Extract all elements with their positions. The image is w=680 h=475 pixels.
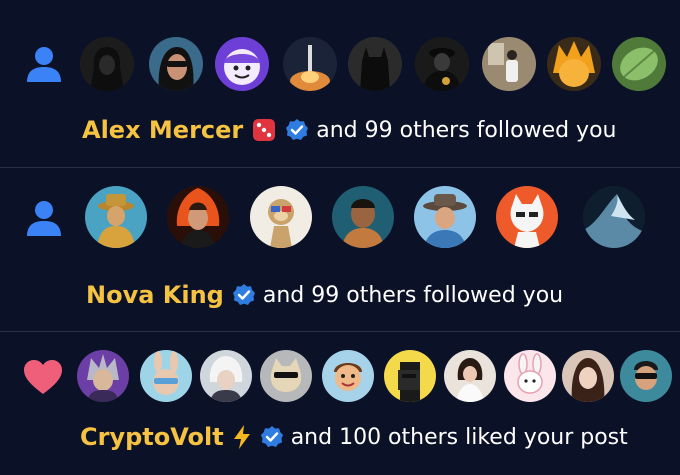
rocket-launch-avatar: [283, 37, 337, 91]
avatar[interactable]: [620, 350, 672, 402]
cool-cat-avatar: [260, 350, 312, 402]
avatar[interactable]: [384, 350, 436, 402]
notification-text: Nova King and 99 others followed you: [86, 278, 563, 312]
avatar[interactable]: [215, 37, 269, 91]
person-icon: [27, 201, 61, 236]
avatar[interactable]: [77, 350, 129, 402]
green-leaf-avatar: [612, 37, 666, 91]
avatar[interactable]: [200, 350, 252, 402]
avatar[interactable]: [583, 186, 645, 248]
notification-message: and 99 others followed you: [316, 117, 617, 143]
person-icon: [27, 47, 61, 82]
avatar[interactable]: [322, 350, 374, 402]
avatar[interactable]: [504, 350, 556, 402]
avatar[interactable]: [149, 37, 203, 91]
avatar[interactable]: [562, 350, 614, 402]
user-name[interactable]: CryptoVolt: [80, 423, 224, 451]
orange-anime-avatar: [547, 37, 601, 91]
notification-message: and 100 others liked your post: [290, 424, 628, 450]
white-hair-character-avatar: [200, 350, 252, 402]
monkey-cartoon-avatar: [250, 186, 312, 248]
batman-avatar: [348, 37, 402, 91]
avatar[interactable]: [140, 350, 192, 402]
avatar[interactable]: [444, 350, 496, 402]
avatar[interactable]: [482, 37, 536, 91]
notification-row[interactable]: Alex Mercer and 99 others followed you: [0, 0, 680, 167]
verified-badge-icon: [260, 426, 283, 447]
dice-emoji: [253, 119, 276, 141]
sunglasses-woman-avatar: [149, 37, 203, 91]
lightning-emoji: [233, 425, 250, 449]
avatar[interactable]: [348, 37, 402, 91]
avatar[interactable]: [250, 186, 312, 248]
man-standing-avatar: [482, 37, 536, 91]
avatar[interactable]: [547, 37, 601, 91]
avatar[interactable]: [612, 37, 666, 91]
man-with-hat-avatar: [85, 186, 147, 248]
white-cat-avatar: [496, 186, 558, 248]
bunny-mask-avatar: [140, 350, 192, 402]
avatar[interactable]: [283, 37, 337, 91]
notification-row[interactable]: Nova King and 99 others followed you: [0, 168, 680, 331]
heart-icon: [24, 360, 62, 394]
cartoon-boy-avatar: [322, 350, 374, 402]
notification-text: Alex Mercer and 99 others followed you: [82, 113, 616, 147]
verified-badge-icon: [232, 284, 255, 305]
avatar[interactable]: [414, 186, 476, 248]
purple-cartoon-avatar: [215, 37, 269, 91]
avatar[interactable]: [85, 186, 147, 248]
woman-white-dress-avatar: [444, 350, 496, 402]
hooded-figure-avatar: [80, 37, 134, 91]
woman-portrait-avatar: [562, 350, 614, 402]
notification-row[interactable]: CryptoVolt and 100 others liked your pos…: [0, 332, 680, 475]
pink-bunny-avatar: [504, 350, 556, 402]
notification-message: and 99 others followed you: [262, 282, 564, 308]
cowboy-hat-avatar: [414, 186, 476, 248]
avatar[interactable]: [260, 350, 312, 402]
pixel-punk-avatar: [384, 350, 436, 402]
suited-man-avatar: [415, 37, 469, 91]
avatar[interactable]: [332, 186, 394, 248]
avatar[interactable]: [167, 186, 229, 248]
ocean-wave-avatar: [583, 186, 645, 248]
user-name[interactable]: Nova King: [86, 281, 224, 309]
avatar[interactable]: [496, 186, 558, 248]
verified-badge-icon: [286, 119, 309, 140]
avatar[interactable]: [415, 37, 469, 91]
sunglasses-man-avatar: [620, 350, 672, 402]
man-portrait-avatar: [332, 186, 394, 248]
user-name[interactable]: Alex Mercer: [82, 116, 243, 144]
grey-hair-character-avatar: [77, 350, 129, 402]
avatar[interactable]: [80, 37, 134, 91]
fire-man-avatar: [167, 186, 229, 248]
notification-text: CryptoVolt and 100 others liked your pos…: [80, 420, 628, 454]
